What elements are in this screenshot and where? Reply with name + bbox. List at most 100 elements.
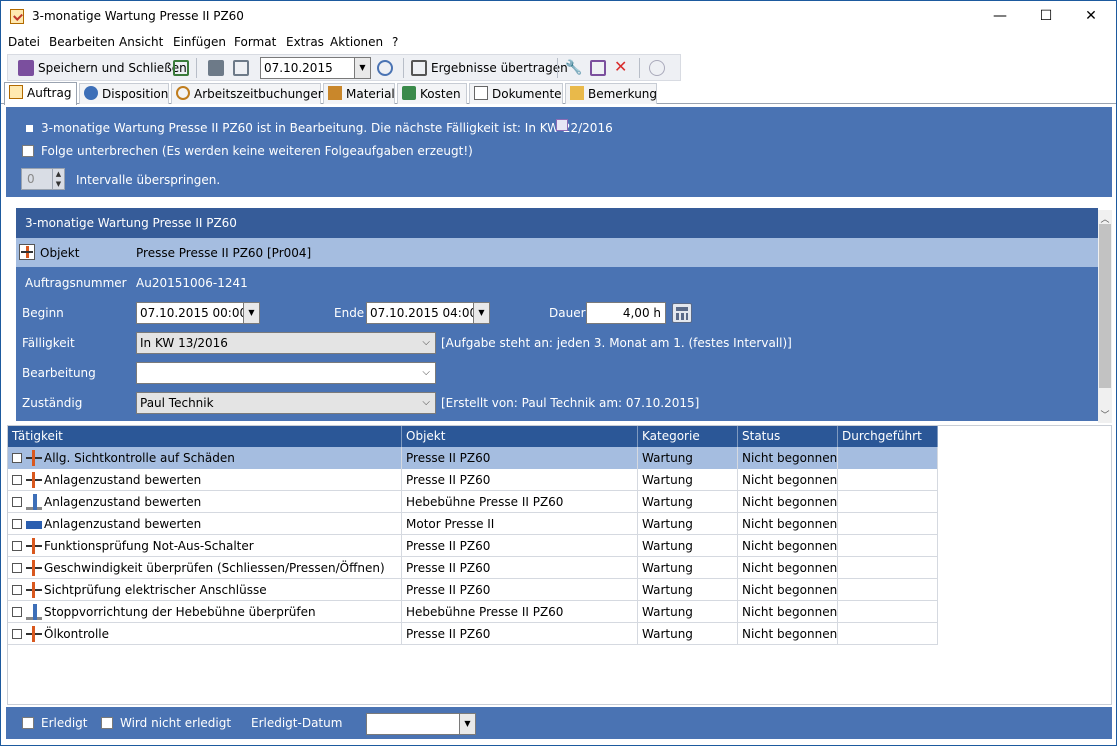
column-header[interactable]: Status xyxy=(738,426,838,447)
erledigt-checkbox[interactable] xyxy=(22,717,34,729)
erledigt-datum-field[interactable]: ▼ xyxy=(366,713,476,735)
cell-done xyxy=(838,579,938,601)
menu-datei[interactable]: Datei xyxy=(8,35,40,49)
dauer-field[interactable]: 4,00 h xyxy=(586,302,666,324)
tab-bemerkung[interactable]: Bemerkung xyxy=(565,83,657,104)
cell-object: Presse II PZ60 xyxy=(402,469,638,491)
delete-icon[interactable]: ✕ xyxy=(614,58,630,76)
object-row[interactable]: Objekt Presse Presse II PZ60 [Pr004] xyxy=(16,238,1098,267)
skip-intervals-spinner[interactable]: 0 ▲ ▼ xyxy=(21,168,65,190)
clock-icon[interactable] xyxy=(649,60,665,76)
chevron-down-icon[interactable]: ▼ xyxy=(459,714,475,734)
table-row[interactable]: Anlagenzustand bewerten Presse II PZ60 War… xyxy=(8,469,938,491)
row-checkbox[interactable] xyxy=(12,541,22,551)
calendar-icon[interactable] xyxy=(556,119,568,131)
menu-ansicht[interactable]: Ansicht xyxy=(119,35,163,49)
ende-label: Ende xyxy=(334,306,365,320)
tab-auftrag[interactable]: Auftrag xyxy=(4,82,77,105)
cell-status: Nicht begonnen xyxy=(738,579,838,601)
tab-label: Dokumente xyxy=(492,87,562,101)
print-preview-icon[interactable] xyxy=(233,60,249,76)
row-checkbox[interactable] xyxy=(12,607,22,617)
details-scrollbar[interactable]: ︿ ﹀ xyxy=(1098,210,1112,423)
tab-dokumente[interactable]: Dokumente xyxy=(469,83,563,104)
wrench-icon[interactable]: 🔧 xyxy=(565,60,582,76)
cell-text: Wartung xyxy=(642,451,693,465)
print-icon[interactable] xyxy=(208,60,224,76)
dauer-label: Dauer xyxy=(549,306,586,320)
table-row[interactable]: Sichtprüfung elektrischer Anschlüsse Pres… xyxy=(8,579,938,601)
chevron-down-icon[interactable]: ⌵ xyxy=(422,363,430,383)
erledigt-datum-label: Erledigt-Datum xyxy=(251,716,343,730)
bearbeitung-label: Bearbeitung xyxy=(22,366,96,380)
scroll-down-icon[interactable]: ﹀ xyxy=(1098,408,1112,421)
bearbeitung-select[interactable]: ⌵ xyxy=(136,362,436,384)
import-icon[interactable] xyxy=(173,60,189,76)
save-icon xyxy=(18,60,34,76)
transfer-results-button[interactable]: Ergebnisse übertragen xyxy=(431,58,568,78)
chevron-down-icon[interactable]: ▼ xyxy=(243,303,259,323)
close-button[interactable]: ✕ xyxy=(1068,1,1114,32)
people-icon xyxy=(84,86,98,100)
edit-icon[interactable] xyxy=(590,60,606,76)
maximize-button[interactable]: ☐ xyxy=(1023,1,1069,32)
menu-format[interactable]: Format xyxy=(234,35,276,49)
tab-kosten[interactable]: Kosten xyxy=(397,83,467,104)
row-checkbox[interactable] xyxy=(12,453,22,463)
objekt-value: Presse Presse II PZ60 [Pr004] xyxy=(136,246,312,260)
table-row[interactable]: Anlagenzustand bewerten Motor Presse II Wa… xyxy=(8,513,938,535)
toolbar-date-field[interactable]: 07.10.2015 00:00 ▼ xyxy=(260,57,371,95)
row-checkbox[interactable] xyxy=(12,519,22,529)
menu-extras[interactable]: Extras xyxy=(286,35,324,49)
minimize-button[interactable]: — xyxy=(977,1,1023,32)
column-header[interactable]: Durchgeführt xyxy=(838,426,938,447)
cell-task: Geschwindigkeit überprüfen (Schliessen/P… xyxy=(8,557,402,579)
chevron-down-icon[interactable]: ⌵ xyxy=(422,393,430,413)
cell-text: Presse II PZ60 xyxy=(406,473,491,487)
beginn-field[interactable]: 07.10.2015 00:00 ▼ xyxy=(136,302,260,324)
task-grid: Tätigkeit Objekt Kategorie Status Durchg… xyxy=(7,425,1112,705)
column-header[interactable]: Objekt xyxy=(402,426,638,447)
beginn-label: Beginn xyxy=(22,306,64,320)
menu-bearbeiten[interactable]: Bearbeiten xyxy=(49,35,115,49)
menu-help[interactable]: ? xyxy=(392,35,398,49)
table-row[interactable]: Anlagenzustand bewerten Hebebühne Presse … xyxy=(8,491,938,513)
menu-aktionen[interactable]: Aktionen xyxy=(330,35,383,49)
interrupt-checkbox[interactable] xyxy=(22,145,34,157)
cell-category: Wartung xyxy=(638,513,738,535)
cell-category: Wartung xyxy=(638,557,738,579)
table-row[interactable]: Funktionsprüfung Not-Aus-Schalter Presse … xyxy=(8,535,938,557)
cell-text: Hebebühne Presse II PZ60 xyxy=(406,605,564,619)
faelligkeit-select[interactable]: In KW 13/2016 ⌵ xyxy=(136,332,436,354)
spinner-arrows-icon[interactable]: ▲ ▼ xyxy=(52,169,64,189)
scroll-up-icon[interactable]: ︿ xyxy=(1098,212,1112,225)
table-row[interactable]: Geschwindigkeit überprüfen (Schliessen/P… xyxy=(8,557,938,579)
row-checkbox[interactable] xyxy=(12,585,22,595)
tab-arbeitszeitbuchungen[interactable]: Arbeitszeitbuchungen xyxy=(171,83,325,104)
chevron-down-icon[interactable]: ▼ xyxy=(354,58,370,78)
zustaendig-value: Paul Technik xyxy=(140,396,214,410)
cell-status: Nicht begonnen xyxy=(738,469,838,491)
zustaendig-select[interactable]: Paul Technik ⌵ xyxy=(136,392,436,414)
scrollbar-thumb[interactable] xyxy=(1099,224,1111,388)
row-checkbox[interactable] xyxy=(12,475,22,485)
column-header[interactable]: Tätigkeit xyxy=(8,426,402,447)
row-checkbox[interactable] xyxy=(12,497,22,507)
menu-einfuegen[interactable]: Einfügen xyxy=(173,35,226,49)
chevron-down-icon[interactable]: ▼ xyxy=(473,303,489,323)
cell-text: Anlagenzustand bewerten xyxy=(44,495,202,509)
row-checkbox[interactable] xyxy=(12,629,22,639)
column-header[interactable]: Kategorie xyxy=(638,426,738,447)
table-row[interactable]: Allg. Sichtkontrolle auf Schäden Presse I… xyxy=(8,447,938,469)
calculator-icon[interactable] xyxy=(672,303,692,323)
row-checkbox[interactable] xyxy=(12,563,22,573)
ende-field[interactable]: 07.10.2015 04:00 ▼ xyxy=(366,302,490,324)
nicht-erledigt-checkbox[interactable] xyxy=(101,717,113,729)
tab-disposition[interactable]: Disposition xyxy=(79,83,169,104)
table-row[interactable]: Stoppvorrichtung der Hebebühne überprüfe… xyxy=(8,601,938,623)
tab-material[interactable]: Material xyxy=(323,83,395,104)
table-row[interactable]: Ölkontrolle Presse II PZ60 Wartung Nicht be… xyxy=(8,623,938,645)
refresh-icon[interactable] xyxy=(377,60,393,76)
chevron-down-icon[interactable]: ⌵ xyxy=(422,333,430,353)
save-close-button[interactable]: Speichern und Schließen xyxy=(38,58,187,78)
